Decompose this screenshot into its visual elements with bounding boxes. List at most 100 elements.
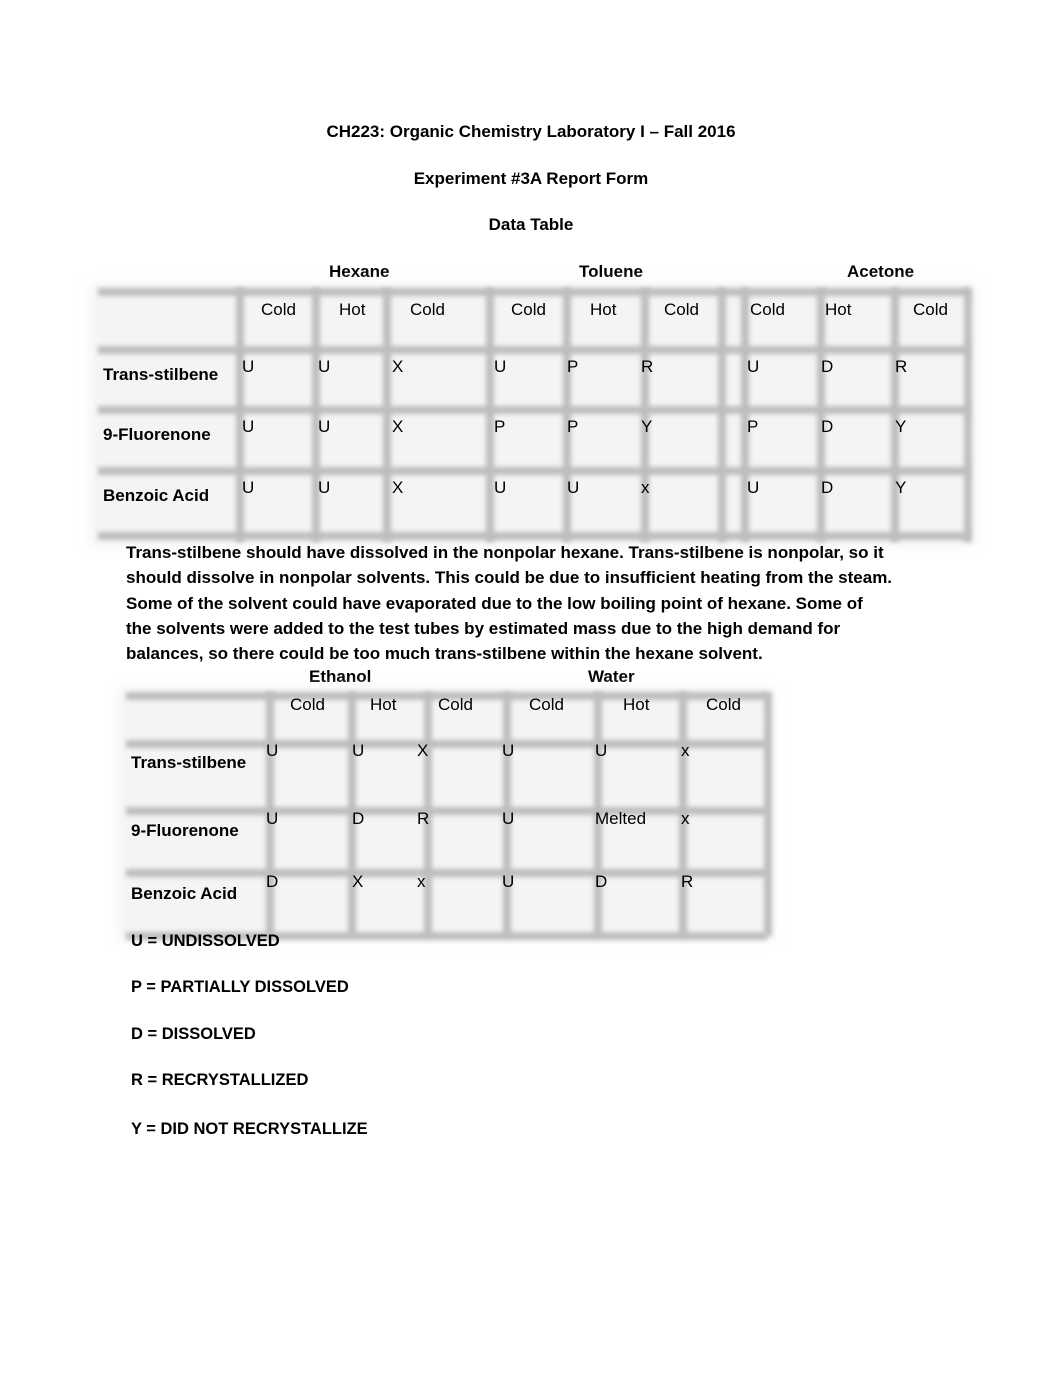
table-cell: U xyxy=(242,417,255,436)
discussion-line: Some of the solvent could have evaporate… xyxy=(126,593,863,613)
column-header: Hot xyxy=(590,300,617,319)
column-header: Cold xyxy=(706,695,741,714)
column-header: Cold xyxy=(290,695,325,714)
table-row-border xyxy=(98,346,969,354)
discussion-line: balances, so there could be too much tra… xyxy=(126,644,763,664)
table-row-border xyxy=(98,406,969,414)
column-header: Hot xyxy=(623,695,650,714)
table-cell: U xyxy=(502,741,515,760)
table-row-border xyxy=(98,467,969,475)
table-cell: x xyxy=(681,809,690,828)
table-column-border xyxy=(383,288,391,542)
column-header: Cold xyxy=(261,300,296,319)
table-column-border xyxy=(741,288,749,542)
table-cell: D xyxy=(352,809,365,828)
row-label: Benzoic Acid xyxy=(131,884,238,903)
row-label: Trans-stilbene xyxy=(131,753,247,772)
solvent-header-acetone: Acetone xyxy=(847,262,915,281)
table-cell: x xyxy=(417,872,426,891)
column-header: Hot xyxy=(370,695,397,714)
table-cell: U xyxy=(242,478,255,497)
table-cell: U xyxy=(502,872,515,891)
legend-item: D = DISSOLVED xyxy=(131,1025,256,1043)
table-cell: U xyxy=(242,357,255,376)
table-row-border xyxy=(98,532,969,540)
table-cell: U xyxy=(494,357,507,376)
discussion-line: Trans-stilbene should have dissolved in … xyxy=(126,543,884,562)
table-shadow xyxy=(90,284,975,546)
column-header: Cold xyxy=(438,695,473,714)
table-row-border xyxy=(126,807,767,815)
table-cell: R xyxy=(417,809,430,828)
table-column-border xyxy=(817,288,825,542)
table-cell: Melted xyxy=(595,809,647,828)
table-cell: R xyxy=(681,872,694,891)
table-cell: U xyxy=(567,478,580,497)
table-column-border xyxy=(486,288,494,542)
table-cell: P xyxy=(494,417,506,436)
solubility-table-2: Cold Hot Cold Cold Hot Cold Trans-stilbene U U X U… xyxy=(118,688,773,940)
table-cell: U xyxy=(595,741,608,760)
discussion-line: the solvents were added to the test tube… xyxy=(126,618,841,638)
table-column-border xyxy=(641,288,649,542)
table-cell: D xyxy=(821,417,834,436)
column-header: Hot xyxy=(825,300,852,319)
table-cell: P xyxy=(747,417,759,436)
table-cell: U xyxy=(318,357,331,376)
column-header: Hot xyxy=(339,300,366,319)
table-cell: U xyxy=(494,478,507,497)
table-column-border xyxy=(563,288,571,542)
legend-item: U = UNDISSOLVED xyxy=(131,932,280,950)
table-column-border xyxy=(718,288,726,542)
row-label: 9-Fluorenone xyxy=(131,821,239,840)
table-cell: X xyxy=(392,357,404,376)
solvent-header-ethanol: Ethanol xyxy=(309,667,372,686)
column-header: Cold xyxy=(511,300,546,319)
solvent-header-toluene: Toluene xyxy=(579,262,643,281)
table-cell: x xyxy=(681,741,690,760)
table-column-border xyxy=(764,692,772,936)
table-cell: Y xyxy=(895,478,907,497)
column-header: Cold xyxy=(410,300,445,319)
solvent-header-water: Water xyxy=(588,667,635,686)
discussion-line: should dissolve in nonpolar solvents. Th… xyxy=(126,568,893,588)
solubility-table-1: Cold Hot Cold Cold Hot Cold Cold Hot Cold Trans-s… xyxy=(90,284,975,546)
table-cell: D xyxy=(595,872,608,891)
table-cell: U xyxy=(266,741,279,760)
column-header: Cold xyxy=(750,300,785,319)
column-header: Cold xyxy=(664,300,699,319)
table-row-border xyxy=(126,740,767,748)
column-header: Cold xyxy=(529,695,564,714)
legend-item: R = RECRYSTALLIZED xyxy=(131,1071,309,1089)
discussion-paragraph: Trans-stilbene should have dissolved in … xyxy=(126,540,956,666)
table-cell: D xyxy=(821,357,834,376)
table-cell: P xyxy=(567,357,579,376)
table-cell: R xyxy=(895,357,908,376)
table-cell: U xyxy=(747,478,760,497)
table-cell: x xyxy=(641,478,650,497)
table-cell: Y xyxy=(641,417,653,436)
table-cell: D xyxy=(821,478,834,497)
row-label: Trans-stilbene xyxy=(103,365,219,384)
table-row-border xyxy=(98,288,969,296)
solvent-header-hexane: Hexane xyxy=(329,262,390,281)
table-cell: U xyxy=(266,809,279,828)
table-cell: U xyxy=(502,809,515,828)
table-cell: U xyxy=(352,741,365,760)
table-cell: R xyxy=(641,357,654,376)
table-column-border xyxy=(236,288,244,542)
section-title: Data Table xyxy=(488,215,574,234)
table-cell: X xyxy=(417,741,429,760)
table-cell: U xyxy=(318,417,331,436)
legend-item: P = PARTIALLY DISSOLVED xyxy=(131,978,349,996)
table-row-border xyxy=(126,869,767,877)
table-cell: U xyxy=(747,357,760,376)
table-cell: U xyxy=(318,478,331,497)
table-cell: X xyxy=(392,478,404,497)
table-cell: X xyxy=(352,872,364,891)
table-column-border xyxy=(964,288,972,542)
row-label: Benzoic Acid xyxy=(103,486,210,505)
table-column-border xyxy=(891,288,899,542)
legend-item: Y = DID NOT RECRYSTALLIZE xyxy=(131,1120,368,1138)
table-cell: P xyxy=(567,417,579,436)
